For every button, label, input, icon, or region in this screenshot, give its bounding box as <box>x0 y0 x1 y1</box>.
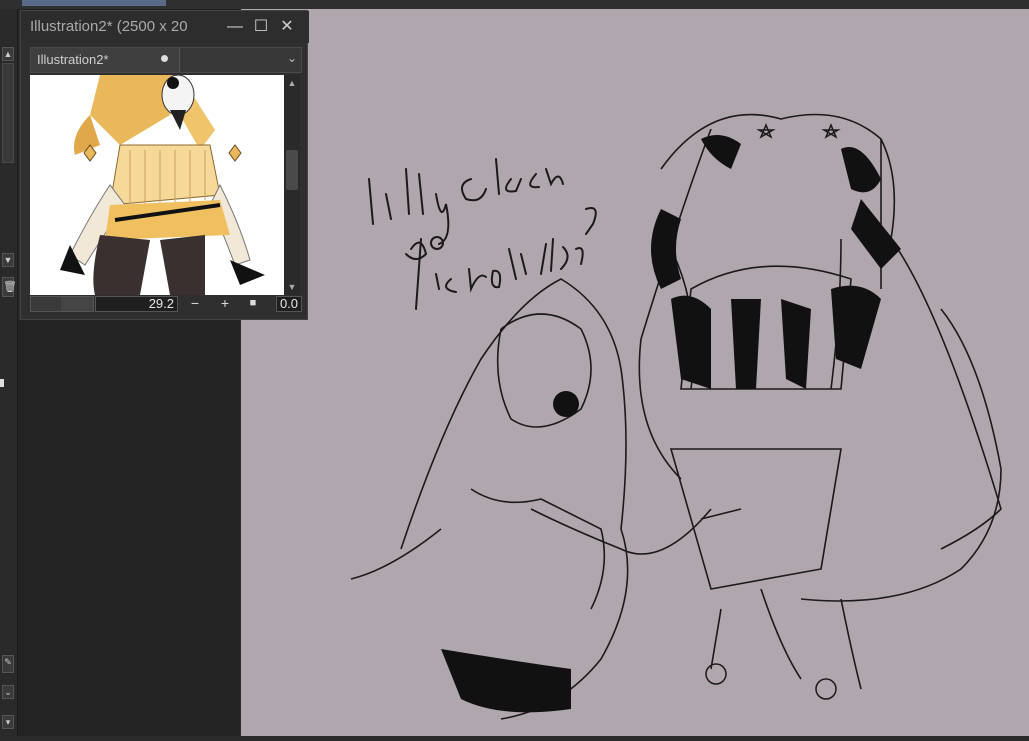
trash-icon[interactable]: 🗑 <box>2 277 17 297</box>
layer-panel-area <box>18 320 240 736</box>
navigator-titlebar[interactable]: Illustration2* (2500 x 20 — ☐ ✕ <box>21 11 309 43</box>
scroll-up-icon[interactable]: ▲ <box>286 77 298 89</box>
navigator-preview[interactable] <box>30 75 284 295</box>
sketch-drawing <box>350 113 1002 720</box>
active-tab-accent <box>22 0 166 6</box>
expand-icon[interactable]: ▾ <box>2 715 14 729</box>
scroll-down-icon[interactable]: ▼ <box>286 281 298 293</box>
panel-scrollbar[interactable] <box>2 63 14 163</box>
scroll-down-icon[interactable]: ▼ <box>2 253 14 267</box>
decorative-bells <box>705 123 841 700</box>
scroll-up-icon[interactable]: ▲ <box>2 47 14 61</box>
zoom-slider[interactable] <box>30 296 94 312</box>
chevron-down-icon[interactable]: ⌄ <box>287 51 297 65</box>
zoom-value-field[interactable]: 29.2 <box>95 296 178 312</box>
navigator-title: Illustration2* (2500 x 20 <box>30 18 188 35</box>
chevron-down-icon[interactable]: ⌄ <box>2 685 14 699</box>
canvas-tab[interactable]: Illustration2* <box>31 48 180 72</box>
character-sketch-lines <box>350 113 1002 720</box>
plus-icon[interactable]: + <box>216 296 234 312</box>
character-sketch-fills <box>441 135 901 713</box>
minimize-icon[interactable]: — <box>225 17 245 37</box>
navigator-controls: 29.2 − + ■ 0.0 <box>30 296 302 314</box>
unsaved-dot-icon <box>161 55 168 62</box>
drawing-canvas[interactable] <box>241 9 1029 736</box>
handwritten-note <box>368 158 597 310</box>
maximize-icon[interactable]: ☐ <box>251 17 271 37</box>
minus-icon[interactable]: − <box>186 296 204 312</box>
scrollbar-thumb[interactable] <box>286 150 298 190</box>
rotation-value-field[interactable]: 0.0 <box>276 296 302 312</box>
panel-marker-icon <box>0 379 4 387</box>
preview-illustration <box>30 75 284 295</box>
navigator-window[interactable]: Illustration2* (2500 x 20 — ☐ ✕ Illustra… <box>20 10 309 320</box>
navigator-scrollbar[interactable]: ▲ ▼ <box>284 75 300 295</box>
close-icon[interactable]: ✕ <box>277 17 297 37</box>
canvas-selector-dropdown[interactable]: Illustration2* ⌄ <box>30 47 302 73</box>
brush-icon[interactable]: ✎ <box>2 655 14 673</box>
left-tool-strip: ▲ ▼ 🗑 ✎ ⌄ ▾ <box>0 9 18 736</box>
canvas-tab-label: Illustration2* <box>37 52 109 67</box>
square-icon[interactable]: ■ <box>244 296 262 312</box>
